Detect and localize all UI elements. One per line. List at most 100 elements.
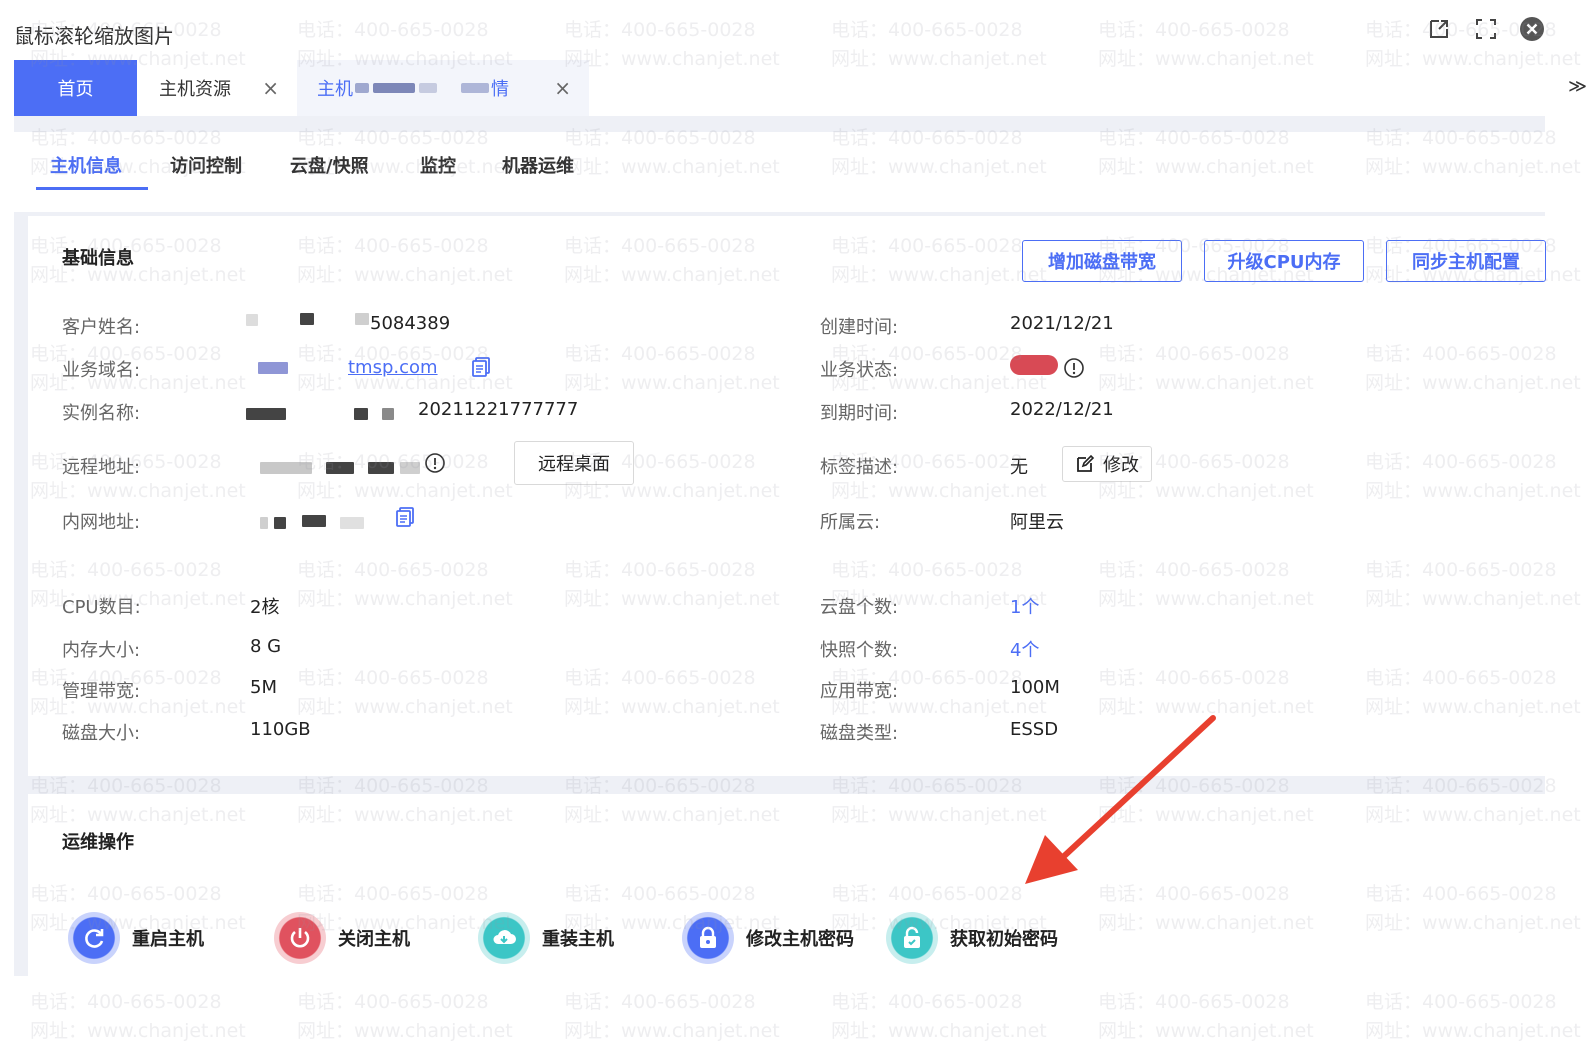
upgrade-cpu-memory-button[interactable]: 升级CPU内存	[1204, 240, 1364, 282]
get-initial-password-button[interactable]: 获取初始密码	[886, 910, 1058, 966]
reinstall-host-label: 重装主机	[542, 929, 614, 950]
change-password-button[interactable]: 修改主机密码	[682, 910, 854, 966]
unlock-icon	[886, 912, 938, 964]
expire-time-value: 2022/12/21	[1010, 399, 1114, 420]
edit-icon	[1077, 454, 1095, 472]
disk-type-value: ESSD	[1010, 719, 1059, 740]
cpu-label: CPU数目:	[62, 597, 141, 618]
disk-count-link[interactable]: 1个	[1010, 593, 1039, 619]
close-icon[interactable]	[1519, 16, 1545, 42]
restart-host-button[interactable]: 重启主机	[68, 910, 204, 966]
shutdown-host-button[interactable]: 关闭主机	[274, 910, 410, 966]
tab-overflow-icon[interactable]: ≫	[1568, 76, 1587, 97]
subtab-host-info[interactable]: 主机信息	[50, 152, 122, 178]
redacted-text	[419, 83, 437, 93]
watermark-text: 电话：400-665-0028网址：www.chanjet.net	[1365, 991, 1581, 1042]
sync-host-config-button[interactable]: 同步主机配置	[1386, 240, 1546, 282]
ops-title: 运维操作	[62, 832, 134, 853]
change-password-label: 修改主机密码	[746, 929, 854, 950]
subtab-access-control[interactable]: 访问控制	[170, 152, 242, 178]
redacted-block	[260, 517, 268, 529]
tab-host-resources-label: 主机资源	[159, 79, 231, 100]
active-tab-indicator	[36, 187, 148, 190]
tab-close-icon[interactable]: ×	[554, 76, 571, 100]
redacted-block	[246, 314, 258, 326]
redacted-block	[355, 313, 369, 325]
redacted-block	[260, 462, 312, 474]
subtab-monitoring[interactable]: 监控	[420, 152, 456, 178]
add-disk-bandwidth-button[interactable]: 增加磁盘带宽	[1022, 240, 1182, 282]
tab-host-detail-prefix: 主机	[317, 79, 353, 100]
tab-host-resources[interactable]: 主机资源 ×	[137, 60, 297, 116]
tab-home-label: 首页	[57, 79, 94, 100]
snapshot-count-link[interactable]: 4个	[1010, 636, 1039, 662]
redacted-block	[368, 462, 394, 474]
snapshot-count-label: 快照个数:	[820, 640, 899, 661]
disk-type-label: 磁盘类型:	[820, 723, 899, 744]
instance-name-value: 20211221777777	[418, 399, 579, 420]
get-initial-password-label: 获取初始密码	[950, 929, 1058, 950]
subtab-machine-ops[interactable]: 机器运维	[502, 152, 574, 178]
redacted-block	[302, 515, 326, 527]
fullscreen-icon[interactable]	[1473, 16, 1499, 42]
subtab-disk-snapshot[interactable]: 云盘/快照	[290, 152, 369, 178]
sub-navigation: 主机信息 访问控制 云盘/快照 监控 机器运维	[14, 132, 1545, 212]
business-status-label: 业务状态:	[820, 360, 899, 381]
tab-host-detail-suffix: 情	[491, 79, 509, 100]
external-link-icon[interactable]	[1426, 16, 1452, 42]
reinstall-host-button[interactable]: 重装主机	[478, 910, 614, 966]
cloud-reinstall-icon	[478, 912, 530, 964]
created-time-value: 2021/12/21	[1010, 313, 1114, 334]
info-icon[interactable]	[1063, 357, 1085, 379]
tab-host-detail[interactable]: 主机 情 ×	[297, 60, 589, 116]
mgmt-bandwidth-label: 管理带宽:	[62, 681, 141, 702]
business-domain-label: 业务域名:	[62, 360, 141, 381]
app-bandwidth-value: 100M	[1010, 677, 1060, 698]
lock-icon	[682, 912, 734, 964]
redacted-block	[340, 517, 364, 529]
restart-icon	[68, 912, 120, 964]
tab-home[interactable]: 首页	[14, 60, 137, 116]
copy-icon[interactable]	[394, 506, 416, 528]
redacted-block	[354, 408, 368, 420]
tab-close-icon[interactable]: ×	[262, 76, 279, 100]
window-titlebar: 鼠标滚轮缩放图片	[0, 0, 1595, 60]
redacted-text	[461, 83, 489, 93]
status-badge	[1010, 355, 1058, 375]
power-icon	[274, 912, 326, 964]
redacted-block	[326, 462, 354, 474]
redacted-block	[382, 408, 394, 420]
window-title: 鼠标滚轮缩放图片	[14, 24, 174, 48]
watermark-text: 电话：400-665-0028网址：www.chanjet.net	[30, 991, 246, 1042]
memory-value: 8 G	[250, 636, 282, 657]
redacted-block	[274, 517, 286, 529]
remote-address-label: 远程地址:	[62, 457, 141, 478]
remote-desktop-button[interactable]: 远程桌面	[514, 441, 634, 485]
tag-desc-label: 标签描述:	[820, 457, 899, 478]
expire-time-label: 到期时间:	[820, 403, 899, 424]
redacted-block	[246, 408, 286, 420]
app-bandwidth-label: 应用带宽:	[820, 681, 899, 702]
edit-tag-button[interactable]: 修改	[1062, 446, 1152, 482]
customer-name-value: 5084389	[370, 313, 451, 334]
intranet-address-label: 内网地址:	[62, 512, 141, 533]
customer-name-label: 客户姓名:	[62, 317, 141, 338]
watermark-text: 电话：400-665-0028网址：www.chanjet.net	[564, 991, 780, 1042]
tag-desc-value: 无	[1010, 457, 1028, 478]
edit-tag-label: 修改	[1103, 455, 1139, 476]
watermark-text: 电话：400-665-0028网址：www.chanjet.net	[1098, 991, 1314, 1042]
page-tabs: 首页 主机资源 × 主机 情 × ≫	[14, 60, 1589, 116]
shutdown-host-label: 关闭主机	[338, 929, 410, 950]
cloud-label: 所属云:	[820, 512, 881, 533]
copy-icon[interactable]	[470, 356, 492, 378]
disk-count-label: 云盘个数:	[820, 597, 899, 618]
created-time-label: 创建时间:	[820, 317, 899, 338]
business-domain-link[interactable]: tmsp.com	[348, 357, 438, 378]
disk-size-label: 磁盘大小:	[62, 723, 141, 744]
cloud-value: 阿里云	[1010, 512, 1064, 533]
redacted-block	[400, 462, 420, 474]
cpu-value: 2核	[250, 597, 280, 618]
basic-info-title: 基础信息	[62, 248, 134, 269]
info-icon[interactable]	[424, 452, 446, 474]
mgmt-bandwidth-value: 5M	[250, 677, 277, 698]
